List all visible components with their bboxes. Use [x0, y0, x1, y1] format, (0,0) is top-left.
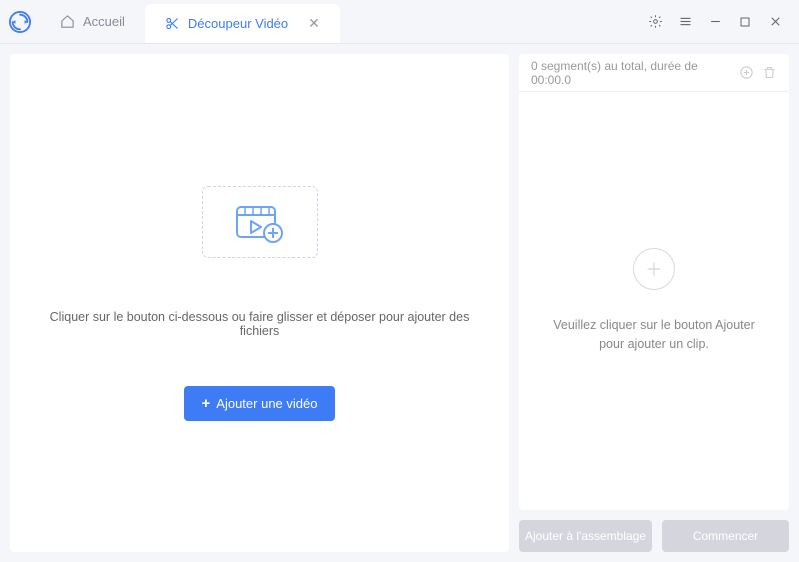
app-logo	[0, 0, 40, 43]
window-controls	[631, 0, 799, 43]
maximize-icon[interactable]	[737, 14, 753, 30]
segments-hint: Veuillez cliquer sur le bouton Ajouter p…	[544, 316, 764, 354]
add-to-assembly-button[interactable]: Ajouter à l'assemblage	[519, 520, 652, 552]
main-panel: Cliquer sur le bouton ci-dessous ou fair…	[10, 54, 509, 552]
add-video-label: Ajouter une vidéo	[216, 396, 317, 411]
menu-icon[interactable]	[677, 14, 693, 30]
tab-home[interactable]: Accueil	[40, 0, 145, 43]
start-button[interactable]: Commencer	[662, 520, 789, 552]
close-window-icon[interactable]	[767, 14, 783, 30]
dropzone[interactable]	[202, 186, 318, 258]
add-video-button[interactable]: + Ajouter une vidéo	[184, 386, 336, 421]
delete-segment-icon[interactable]	[762, 65, 777, 80]
tab-video-cutter[interactable]: Découpeur Vidéo ✕	[145, 4, 340, 43]
content-area: Cliquer sur le bouton ci-dessous ou fair…	[0, 44, 799, 562]
video-add-icon	[233, 201, 287, 243]
home-icon	[60, 14, 75, 29]
segments-panel: 0 segment(s) au total, durée de 00:00.0	[519, 54, 789, 510]
scissors-icon	[165, 16, 180, 31]
settings-icon[interactable]	[647, 14, 663, 30]
segments-header: 0 segment(s) au total, durée de 00:00.0	[519, 54, 789, 92]
close-icon[interactable]: ✕	[308, 15, 320, 32]
side-panel: 0 segment(s) au total, durée de 00:00.0	[519, 54, 789, 552]
logo-icon	[9, 11, 31, 33]
titlebar: Accueil Découpeur Vidéo ✕	[0, 0, 799, 44]
minimize-icon[interactable]	[707, 14, 723, 30]
segments-body: Veuillez cliquer sur le bouton Ajouter p…	[519, 92, 789, 510]
bottom-actions: Ajouter à l'assemblage Commencer	[519, 520, 789, 552]
plus-icon: +	[202, 395, 211, 412]
segments-count-text: 0 segment(s) au total, durée de 00:00.0	[531, 59, 723, 87]
add-segment-icon[interactable]	[739, 65, 754, 80]
instruction-text: Cliquer sur le bouton ci-dessous ou fair…	[34, 310, 485, 338]
tab-home-label: Accueil	[83, 14, 125, 29]
add-clip-button[interactable]	[633, 248, 675, 290]
tab-video-cutter-label: Découpeur Vidéo	[188, 16, 288, 31]
